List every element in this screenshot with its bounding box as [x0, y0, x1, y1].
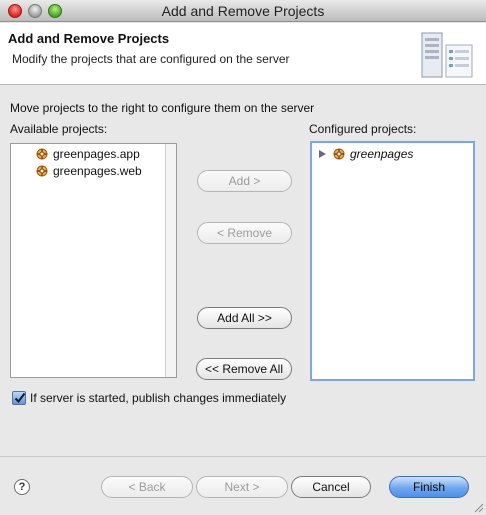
item-label: greenpages: [350, 147, 414, 161]
publish-checkbox-row[interactable]: If server is started, publish changes im…: [12, 391, 286, 405]
publish-checkbox-label: If server is started, publish changes im…: [30, 391, 287, 405]
configured-projects-label: Configured projects:: [309, 122, 417, 136]
remove-button[interactable]: < Remove: [197, 222, 292, 244]
finish-button[interactable]: Finish: [389, 476, 469, 498]
divider: [0, 456, 486, 457]
next-button[interactable]: Next >: [196, 476, 288, 498]
resize-grip-icon[interactable]: [472, 501, 484, 513]
configured-projects-list[interactable]: greenpages: [310, 141, 475, 381]
dialog-window: Add and Remove Projects Add and Remove P…: [0, 0, 486, 515]
list-item[interactable]: greenpages.app: [35, 146, 140, 162]
server-icon: [421, 32, 473, 78]
publish-checkbox[interactable]: [12, 391, 26, 405]
item-label: greenpages.web: [53, 164, 142, 178]
project-icon: [333, 148, 345, 160]
title-bar: Add and Remove Projects: [0, 0, 486, 22]
item-label: greenpages.app: [53, 147, 140, 161]
expand-arrow-icon[interactable]: [318, 149, 327, 159]
add-button[interactable]: Add >: [197, 170, 292, 192]
available-projects-label: Available projects:: [10, 122, 108, 136]
remove-all-button[interactable]: << Remove All: [196, 358, 292, 380]
available-projects-list[interactable]: greenpages.app greenpages.web: [10, 143, 177, 378]
header-banner: Add and Remove Projects Modify the proje…: [0, 23, 486, 85]
vertical-scrollbar[interactable]: [165, 144, 176, 377]
project-icon: [36, 165, 48, 177]
help-icon[interactable]: ?: [14, 479, 30, 495]
add-all-button[interactable]: Add All >>: [197, 307, 292, 329]
back-button[interactable]: < Back: [101, 476, 193, 498]
banner-description: Modify the projects that are configured …: [12, 52, 290, 66]
window-title: Add and Remove Projects: [161, 3, 325, 19]
list-item[interactable]: greenpages.web: [35, 163, 142, 179]
cancel-button[interactable]: Cancel: [291, 476, 371, 498]
check-icon: [14, 392, 26, 404]
tree-item[interactable]: greenpages: [318, 146, 413, 162]
instructions-text: Move projects to the right to configure …: [10, 101, 315, 115]
banner-title: Add and Remove Projects: [8, 31, 170, 46]
project-icon: [36, 148, 48, 160]
